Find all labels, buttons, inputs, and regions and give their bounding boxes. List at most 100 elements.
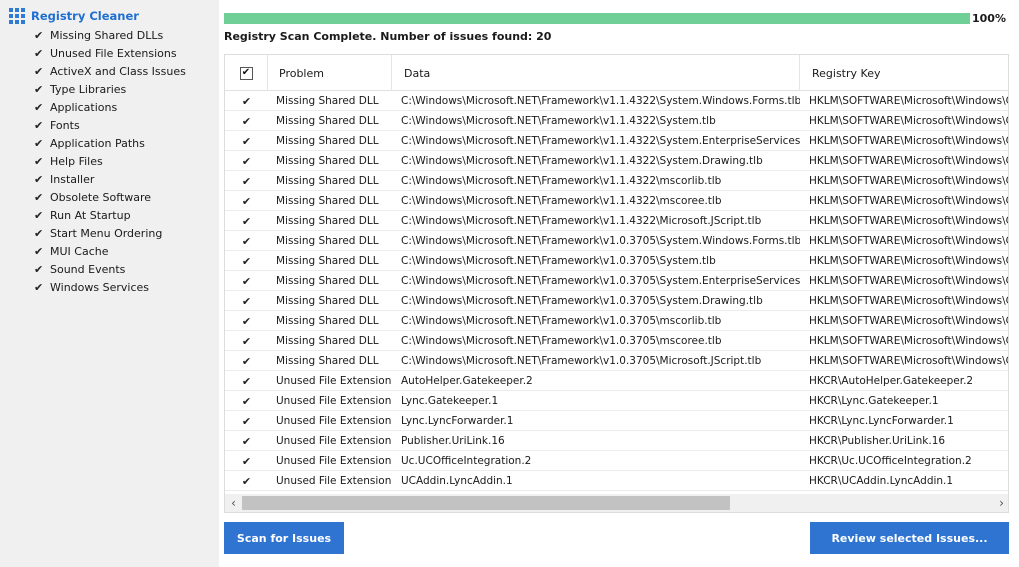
- check-icon[interactable]: ✔: [34, 192, 46, 203]
- sidebar-item-label: MUI Cache: [50, 244, 109, 258]
- horizontal-scrollbar[interactable]: ‹ ›: [225, 494, 1008, 512]
- table-row[interactable]: ✔ Missing Shared DLL C:\Windows\Microsoft.…: [225, 331, 1008, 351]
- sidebar-item[interactable]: ✔ Fonts: [34, 116, 186, 134]
- row-checkbox[interactable]: ✔: [225, 91, 268, 111]
- cell-registry-key: HKLM\SOFTWARE\Microsoft\Windows\Cur: [809, 135, 1009, 147]
- row-checkbox[interactable]: ✔: [225, 351, 268, 371]
- cell-data: C:\Windows\Microsoft.NET\Framework\v1.1.…: [401, 215, 762, 227]
- table-row[interactable]: ✔ Missing Shared DLL C:\Windows\Microsoft.…: [225, 171, 1008, 191]
- row-checkbox[interactable]: ✔: [225, 291, 268, 311]
- chevron-left-icon[interactable]: ‹: [225, 494, 242, 512]
- cell-data: C:\Windows\Microsoft.NET\Framework\v1.1.…: [401, 195, 722, 207]
- check-icon[interactable]: ✔: [34, 84, 46, 95]
- row-checkbox[interactable]: ✔: [225, 251, 268, 271]
- check-icon[interactable]: ✔: [34, 102, 46, 113]
- scan-for-issues-button[interactable]: Scan for Issues: [224, 522, 344, 554]
- table-row[interactable]: ✔ Missing Shared DLL C:\Windows\Microsoft.…: [225, 211, 1008, 231]
- row-checkbox[interactable]: ✔: [225, 211, 268, 231]
- check-icon[interactable]: ✔: [34, 246, 46, 257]
- row-checkbox[interactable]: ✔: [225, 111, 268, 131]
- sidebar-item[interactable]: ✔ Installer: [34, 170, 186, 188]
- sidebar-item[interactable]: ✔ Unused File Extensions: [34, 44, 186, 62]
- check-icon[interactable]: ✔: [34, 174, 46, 185]
- registry-cleaner-header[interactable]: Registry Cleaner: [9, 8, 139, 24]
- sidebar-item[interactable]: ✔ ActiveX and Class Issues: [34, 62, 186, 80]
- row-checkbox[interactable]: ✔: [225, 131, 268, 151]
- row-checkbox[interactable]: ✔: [225, 431, 268, 451]
- table-row[interactable]: ✔ Missing Shared DLL C:\Windows\Microsoft.…: [225, 351, 1008, 371]
- cell-problem: Missing Shared DLL: [276, 155, 379, 167]
- check-icon: ✔: [241, 354, 252, 368]
- table-row[interactable]: ✔ Missing Shared DLL C:\Windows\Microsoft.…: [225, 231, 1008, 251]
- table-row[interactable]: ✔ Unused File Extension AutoHelper.Gatekee…: [225, 371, 1008, 391]
- sidebar-item[interactable]: ✔ Help Files: [34, 152, 186, 170]
- row-checkbox[interactable]: ✔: [225, 171, 268, 191]
- select-all-checkbox[interactable]: ✔: [239, 66, 253, 80]
- sidebar: Registry Cleaner ✔ Missing Shared DLLs ✔ Un…: [0, 0, 219, 567]
- row-checkbox[interactable]: ✔: [225, 231, 268, 251]
- table-row[interactable]: ✔ Missing Shared DLL C:\Windows\Microsoft.…: [225, 291, 1008, 311]
- chevron-right-icon[interactable]: ›: [993, 494, 1008, 512]
- check-icon[interactable]: ✔: [34, 30, 46, 41]
- row-checkbox[interactable]: ✔: [225, 311, 268, 331]
- check-icon[interactable]: ✔: [34, 120, 46, 131]
- check-icon: ✔: [241, 294, 252, 308]
- row-checkbox[interactable]: ✔: [225, 331, 268, 351]
- check-icon[interactable]: ✔: [34, 210, 46, 221]
- check-icon[interactable]: ✔: [34, 156, 46, 167]
- sidebar-item[interactable]: ✔ Missing Shared DLLs: [34, 26, 186, 44]
- column-header-data[interactable]: Data: [392, 55, 800, 91]
- cell-problem: Missing Shared DLL: [276, 215, 379, 227]
- category-list: ✔ Missing Shared DLLs ✔ Unused File Extensi…: [34, 26, 186, 296]
- check-icon[interactable]: ✔: [34, 138, 46, 149]
- table-row[interactable]: ✔ Unused File Extension Publisher.UriLink.…: [225, 431, 1008, 451]
- sidebar-item[interactable]: ✔ MUI Cache: [34, 242, 186, 260]
- cell-data: Lync.Gatekeeper.1: [401, 395, 499, 407]
- cell-problem: Unused File Extension: [276, 475, 392, 487]
- table-row[interactable]: ✔ Missing Shared DLL C:\Windows\Microsoft.…: [225, 91, 1008, 111]
- cell-problem: Missing Shared DLL: [276, 95, 379, 107]
- table-row[interactable]: ✔ Missing Shared DLL C:\Windows\Microsoft.…: [225, 131, 1009, 151]
- check-icon[interactable]: ✔: [34, 264, 46, 275]
- table-row[interactable]: ✔ Unused File Extension Lync.LyncForwarder…: [225, 411, 1008, 431]
- sidebar-item[interactable]: ✔ Type Libraries: [34, 80, 186, 98]
- check-icon[interactable]: ✔: [34, 228, 46, 239]
- row-checkbox[interactable]: ✔: [225, 271, 268, 291]
- sidebar-item[interactable]: ✔ Windows Services: [34, 278, 186, 296]
- cell-registry-key: HKCR\UCAddin.LyncAddin.1: [809, 475, 954, 487]
- scrollbar-thumb[interactable]: [242, 496, 730, 510]
- table-row[interactable]: ✔ Unused File Extension UCAddin.LyncAddin.…: [225, 471, 1008, 491]
- sidebar-item[interactable]: ✔ Run At Startup: [34, 206, 186, 224]
- sidebar-item[interactable]: ✔ Obsolete Software: [34, 188, 186, 206]
- table-row[interactable]: ✔ Missing Shared DLL C:\Windows\Microsoft.…: [225, 151, 1008, 171]
- sidebar-item-label: Unused File Extensions: [50, 46, 177, 60]
- cell-data: C:\Windows\Microsoft.NET\Framework\v1.1.…: [401, 95, 800, 107]
- table-row[interactable]: ✔ Missing Shared DLL C:\Windows\Microsoft.…: [225, 111, 1008, 131]
- sidebar-item[interactable]: ✔ Applications: [34, 98, 186, 116]
- sidebar-item-label: Help Files: [50, 154, 103, 168]
- table-row[interactable]: ✔ Missing Shared DLL C:\Windows\Microsoft.…: [225, 191, 1008, 211]
- row-checkbox[interactable]: ✔: [225, 371, 268, 391]
- column-header-problem[interactable]: Problem: [268, 55, 392, 91]
- column-header-registry-key[interactable]: Registry Key: [800, 55, 1008, 91]
- table-row[interactable]: ✔ Unused File Extension Lync.Gatekeeper.1 H…: [225, 391, 1008, 411]
- sidebar-item-label: ActiveX and Class Issues: [50, 64, 186, 78]
- sidebar-item[interactable]: ✔ Start Menu Ordering: [34, 224, 186, 242]
- sidebar-item[interactable]: ✔ Application Paths: [34, 134, 186, 152]
- check-icon[interactable]: ✔: [34, 66, 46, 77]
- sidebar-item[interactable]: ✔ Sound Events: [34, 260, 186, 278]
- row-checkbox[interactable]: ✔: [225, 391, 268, 411]
- row-checkbox[interactable]: ✔: [225, 151, 268, 171]
- table-row[interactable]: ✔ Unused File Extension Uc.UCOfficeIntegra…: [225, 451, 1008, 471]
- table-header: ✔ Problem Data Registry Key: [225, 55, 1008, 91]
- row-checkbox[interactable]: ✔: [225, 451, 268, 471]
- row-checkbox[interactable]: ✔: [225, 191, 268, 211]
- check-icon[interactable]: ✔: [34, 282, 46, 293]
- row-checkbox[interactable]: ✔: [225, 411, 268, 431]
- table-row[interactable]: ✔ Missing Shared DLL C:\Windows\Microsoft.…: [225, 251, 1008, 271]
- table-row[interactable]: ✔ Missing Shared DLL C:\Windows\Microsoft.…: [225, 311, 1008, 331]
- check-icon[interactable]: ✔: [34, 48, 46, 59]
- table-row[interactable]: ✔ Missing Shared DLL C:\Windows\Microsoft.…: [225, 271, 1008, 291]
- row-checkbox[interactable]: ✔: [225, 471, 268, 491]
- review-selected-issues-button[interactable]: Review selected Issues...: [810, 522, 1009, 554]
